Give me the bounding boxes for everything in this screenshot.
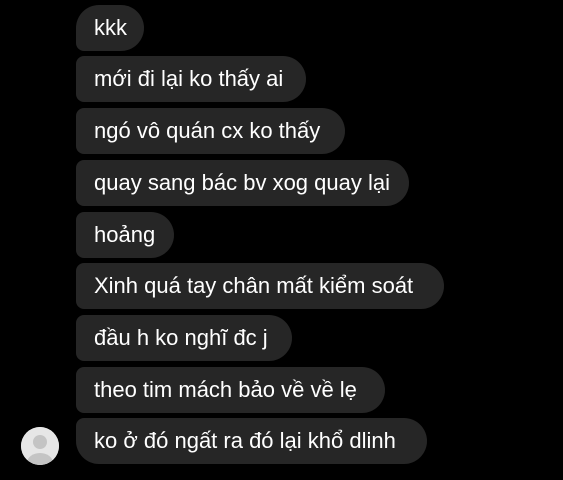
message-bubble[interactable]: Xinh quá tay chân mất kiểm soát: [76, 263, 444, 309]
message-bubble[interactable]: đầu h ko nghĩ đc j: [76, 315, 292, 361]
message-bubble[interactable]: mới đi lại ko thấy ai: [76, 56, 306, 102]
message-bubble[interactable]: kkk: [76, 5, 144, 51]
message-bubble[interactable]: ngó vô quán cx ko thấy: [76, 108, 345, 154]
sender-avatar[interactable]: [21, 427, 59, 465]
default-user-avatar-icon: [21, 427, 59, 465]
message-bubble[interactable]: quay sang bác bv xog quay lại: [76, 160, 409, 206]
message-bubble[interactable]: hoảng: [76, 212, 174, 258]
message-bubble[interactable]: ko ở đó ngất ra đó lại khổ dlinh: [76, 418, 427, 464]
chat-thread: kkk mới đi lại ko thấy ai ngó vô quán cx…: [0, 0, 563, 480]
message-bubble[interactable]: theo tim mách bảo về về lẹ: [76, 367, 385, 413]
